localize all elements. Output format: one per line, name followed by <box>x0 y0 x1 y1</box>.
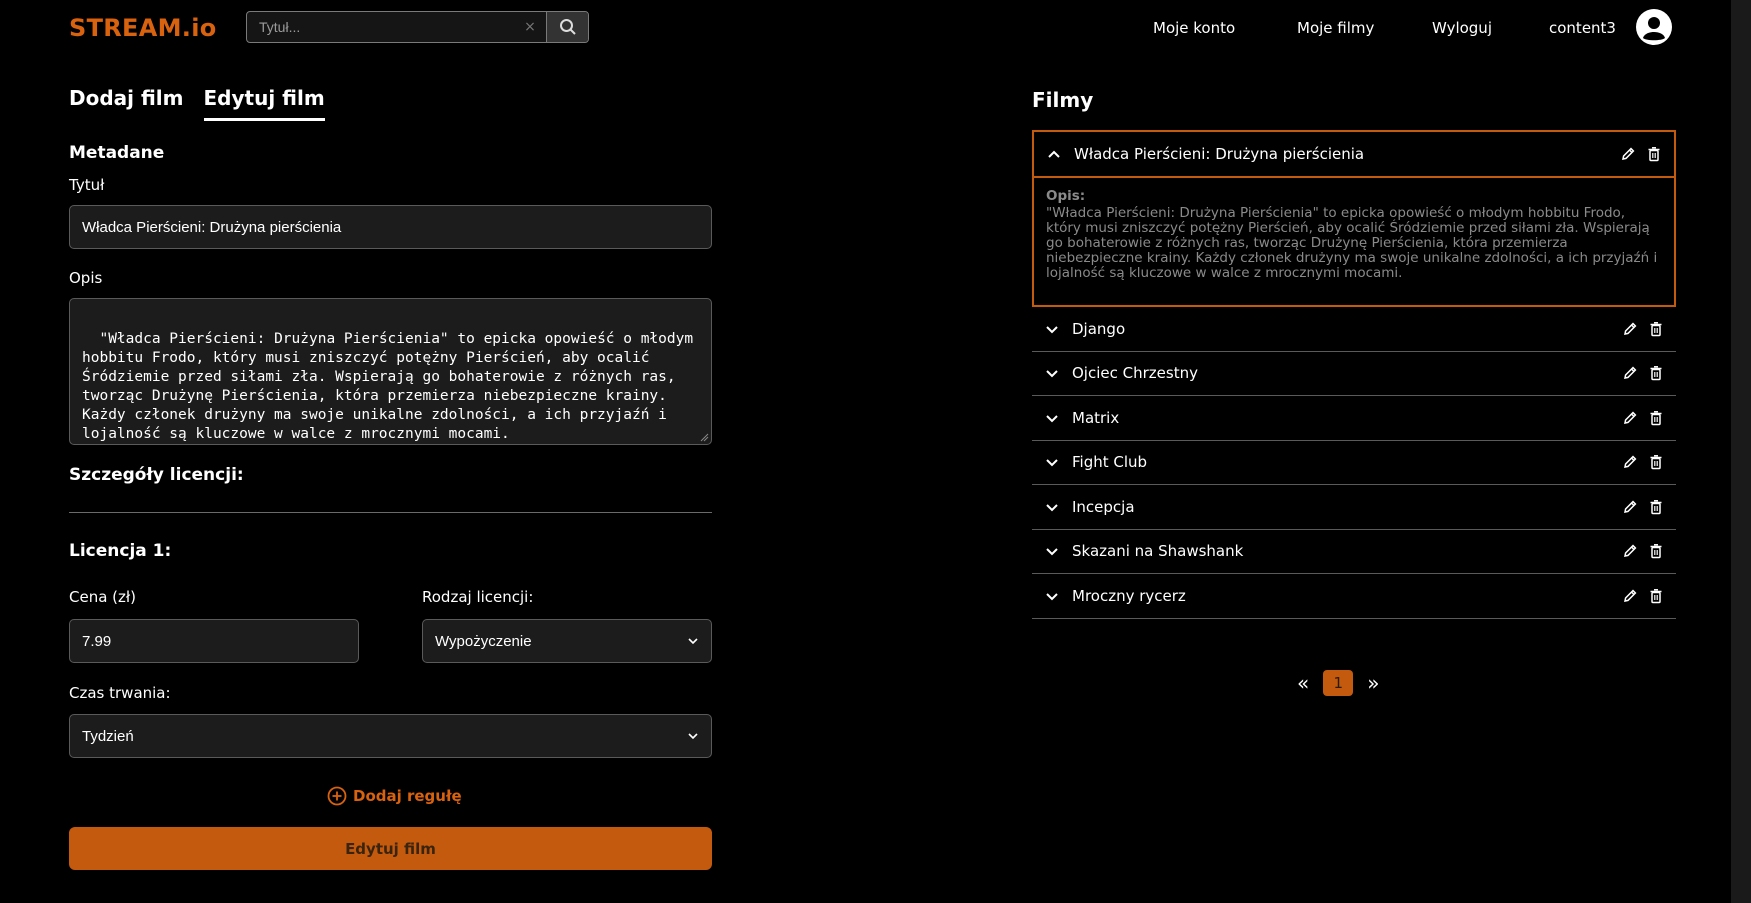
chevron-down-icon <box>688 638 698 645</box>
price-label: Cena (zł) <box>69 588 137 606</box>
film-item[interactable]: Incepcja <box>1032 485 1676 530</box>
chevron-down-icon[interactable] <box>1044 321 1060 337</box>
title-label: Tytuł <box>69 176 105 194</box>
film-title: Incepcja <box>1072 497 1135 516</box>
edit-icon[interactable] <box>1620 146 1636 162</box>
delete-icon[interactable] <box>1648 321 1664 337</box>
film-title: Django <box>1072 319 1126 338</box>
next-page-button[interactable]: » <box>1367 671 1379 695</box>
chevron-down-icon <box>688 733 698 740</box>
film-item[interactable]: Django <box>1032 307 1676 352</box>
description-field[interactable]: "Władca Pierścieni: Drużyna Pierścienia"… <box>69 298 712 445</box>
scrollbar[interactable] <box>1731 0 1751 903</box>
license-type-label: Rodzaj licencji: <box>422 588 534 606</box>
film-list: Władca Pierścieni: Drużyna pierścienia O… <box>1032 130 1676 619</box>
plus-circle-icon <box>327 786 347 806</box>
edit-icon[interactable] <box>1622 365 1638 381</box>
tab-add-film[interactable]: Dodaj film <box>69 86 184 121</box>
film-item-header[interactable]: Władca Pierścieni: Drużyna pierścienia <box>1034 132 1674 178</box>
search-button[interactable] <box>546 12 588 42</box>
film-description-label: Opis: <box>1046 188 1086 204</box>
logo[interactable]: STREAM.io <box>69 14 217 42</box>
license-type-value: Wypożyczenie <box>435 632 532 650</box>
film-item[interactable]: Mroczny rycerz <box>1032 574 1676 619</box>
title-field[interactable]: Władca Pierścieni: Drużyna pierścienia <box>69 205 712 249</box>
film-item[interactable]: Skazani na Shawshank <box>1032 530 1676 574</box>
delete-icon[interactable] <box>1648 588 1664 604</box>
nav-logout[interactable]: Wyloguj <box>1432 19 1492 37</box>
search-bar: × <box>246 11 589 43</box>
film-title: Ojciec Chrzestny <box>1072 364 1198 383</box>
edit-film-button[interactable]: Edytuj film <box>69 827 712 870</box>
delete-icon[interactable] <box>1648 499 1664 515</box>
chevron-down-icon[interactable] <box>1044 543 1060 559</box>
film-description-text: "Władca Pierścieni: Drużyna Pierścienia"… <box>1046 205 1658 281</box>
prev-page-button[interactable]: « <box>1297 671 1309 695</box>
clear-search-icon[interactable]: × <box>514 12 546 42</box>
edit-icon[interactable] <box>1622 588 1638 604</box>
chevron-down-icon[interactable] <box>1044 588 1060 604</box>
license-type-select[interactable]: Wypożyczenie <box>422 619 712 663</box>
film-title: Mroczny rycerz <box>1072 586 1186 605</box>
delete-icon[interactable] <box>1648 410 1664 426</box>
film-item[interactable]: Fight Club <box>1032 441 1676 485</box>
edit-icon[interactable] <box>1622 321 1638 337</box>
film-title: Skazani na Shawshank <box>1072 542 1244 561</box>
delete-icon[interactable] <box>1646 146 1662 162</box>
description-text: "Władca Pierścieni: Drużyna Pierścienia"… <box>82 331 702 442</box>
resize-handle-icon[interactable] <box>699 432 709 442</box>
film-title: Fight Club <box>1072 453 1148 472</box>
delete-icon[interactable] <box>1648 365 1664 381</box>
nav-my-account[interactable]: Moje konto <box>1153 19 1235 37</box>
film-description: Opis: "Władca Pierścieni: Drużyna Pierśc… <box>1034 178 1674 305</box>
chevron-down-icon[interactable] <box>1044 499 1060 515</box>
description-label: Opis <box>69 269 103 287</box>
username: content3 <box>1549 19 1616 37</box>
duration-select[interactable]: Tydzień <box>69 714 712 758</box>
license-details-heading: Szczegóły licencji: <box>69 465 244 485</box>
chevron-down-icon[interactable] <box>1044 454 1060 470</box>
film-title: Władca Pierścieni: Drużyna pierścienia <box>1074 145 1365 163</box>
edit-icon[interactable] <box>1622 454 1638 470</box>
delete-icon[interactable] <box>1648 454 1664 470</box>
films-heading: Filmy <box>1032 88 1094 112</box>
pagination: « 1 » <box>1297 670 1380 696</box>
chevron-down-icon[interactable] <box>1044 410 1060 426</box>
page-1-button[interactable]: 1 <box>1323 670 1354 696</box>
film-item-expanded: Władca Pierścieni: Drużyna pierścienia O… <box>1032 130 1676 307</box>
chevron-up-icon[interactable] <box>1046 146 1062 162</box>
search-icon <box>559 19 576 35</box>
price-field[interactable]: 7.99 <box>69 619 359 663</box>
film-item[interactable]: Ojciec Chrzestny <box>1032 352 1676 396</box>
nav-my-films[interactable]: Moje filmy <box>1297 19 1374 37</box>
divider <box>69 512 712 513</box>
tab-edit-film[interactable]: Edytuj film <box>203 86 325 121</box>
delete-icon[interactable] <box>1648 543 1664 559</box>
duration-value: Tydzień <box>82 727 134 745</box>
duration-label: Czas trwania: <box>69 684 171 702</box>
edit-icon[interactable] <box>1622 499 1638 515</box>
edit-icon[interactable] <box>1622 543 1638 559</box>
form-tabs: Dodaj film Edytuj film <box>69 86 325 121</box>
search-input[interactable] <box>247 12 514 42</box>
film-item[interactable]: Matrix <box>1032 396 1676 441</box>
metadata-heading: Metadane <box>69 143 165 163</box>
film-title: Matrix <box>1072 408 1120 427</box>
add-rule-button[interactable]: Dodaj regułę <box>327 786 462 806</box>
license-heading: Licencja 1: <box>69 541 172 561</box>
edit-icon[interactable] <box>1622 410 1638 426</box>
user-avatar-icon[interactable] <box>1636 9 1672 45</box>
add-rule-label: Dodaj regułę <box>353 787 462 805</box>
chevron-down-icon[interactable] <box>1044 365 1060 381</box>
